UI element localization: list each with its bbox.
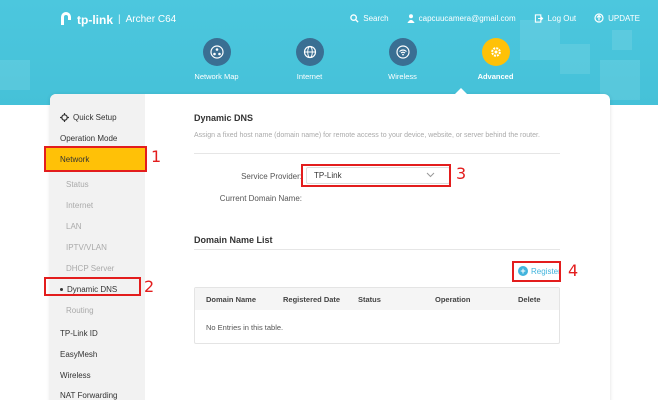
annotation-box-service-provider: [301, 164, 451, 187]
tab-label: Internet: [296, 72, 323, 81]
page-title: Dynamic DNS: [194, 113, 254, 123]
logout-label: Log Out: [547, 13, 577, 23]
sidebar-item-quick-setup[interactable]: Quick Setup: [60, 113, 117, 122]
tab-advanced[interactable]: Advanced: [449, 38, 542, 81]
globe-icon: [295, 38, 324, 66]
domain-name-table: Domain Name Registered Date Status Opera…: [194, 287, 560, 344]
divider: [194, 153, 560, 154]
active-tab-pointer: [454, 88, 468, 95]
column-header: Domain Name: [206, 295, 257, 304]
update-button[interactable]: UPDATE: [594, 13, 640, 23]
annotation-number: 3: [456, 164, 467, 183]
logout-button[interactable]: Log Out: [534, 14, 576, 23]
account-label: capcuucamera@gmail.com: [418, 13, 516, 23]
sidebar-item-label: LAN: [66, 222, 82, 231]
sidebar-item-easymesh[interactable]: EasyMesh: [60, 350, 97, 359]
sidebar-item-label: IPTV/VLAN: [66, 243, 107, 252]
sidebar-item-label: Wireless: [60, 371, 91, 380]
sidebar-item-label: EasyMesh: [60, 350, 98, 359]
sidebar-item-label: Routing: [66, 306, 94, 315]
header-decoration: [0, 60, 30, 90]
sidebar-item-status[interactable]: Status: [66, 180, 89, 189]
tab-internet[interactable]: Internet: [263, 38, 356, 81]
network-map-icon: [202, 38, 231, 66]
header-decoration: [560, 44, 590, 74]
table-header: Domain Name Registered Date Status Opera…: [195, 288, 559, 310]
sidebar-item-operation-mode[interactable]: Operation Mode: [60, 134, 117, 143]
tab-label: Network Map: [194, 72, 239, 81]
sidebar-item-label: TP-Link ID: [60, 329, 98, 338]
gear-icon: [481, 38, 510, 66]
sidebar-item-lan[interactable]: LAN: [66, 222, 82, 231]
page-description: Assign a fixed host name (domain name) f…: [194, 132, 540, 139]
brand: tp-link | Archer C64: [58, 10, 176, 29]
account-button[interactable]: capcuucamera@gmail.com: [407, 14, 516, 23]
sidebar-item-routing[interactable]: Routing: [66, 306, 94, 315]
top-actions: Search capcuucamera@gmail.com Log Out UP…: [332, 13, 640, 23]
current-domain-label: Current Domain Name:: [219, 194, 302, 203]
logout-icon: [534, 13, 544, 23]
sidebar-item-label: Network: [60, 155, 90, 164]
service-provider-label: Service Provider:: [241, 172, 302, 181]
sidebar-item-internet[interactable]: Internet: [66, 201, 93, 210]
annotation-box-register: [512, 261, 561, 282]
sidebar-item-nat-forwarding[interactable]: NAT Forwarding: [60, 391, 118, 400]
column-header: Status: [358, 295, 381, 304]
main-nav-tabs: Network Map Internet Wireless Advanced: [170, 38, 542, 81]
tab-label: Wireless: [388, 72, 417, 81]
tab-wireless[interactable]: Wireless: [356, 38, 449, 81]
column-header: Operation: [435, 295, 471, 304]
search-icon: [350, 13, 359, 23]
annotation-number: 1: [151, 147, 162, 166]
divider: [194, 249, 560, 250]
sidebar-item-dhcp-server[interactable]: DHCP Server: [66, 264, 114, 273]
sidebar-item-label: Operation Mode: [60, 134, 118, 143]
brand-name: tp-link: [77, 12, 113, 27]
sidebar-item-iptv-vlan[interactable]: IPTV/VLAN: [66, 243, 107, 252]
annotation-number: 2: [144, 277, 155, 296]
column-header: Delete: [518, 295, 541, 304]
update-label: UPDATE: [608, 13, 640, 23]
user-icon: [407, 13, 415, 23]
top-header: tp-link | Archer C64 Search capcuucamera…: [0, 0, 658, 105]
model-name: Archer C64: [125, 14, 177, 25]
sidebar-item-tplink-id[interactable]: TP-Link ID: [60, 329, 98, 338]
header-decoration: [612, 30, 632, 50]
tab-label: Advanced: [477, 72, 514, 81]
sidebar-item-label: Status: [66, 180, 89, 189]
sidebar-item-label: Quick Setup: [73, 113, 117, 122]
domain-list-title: Domain Name List: [194, 235, 273, 245]
sidebar-item-wireless[interactable]: Wireless: [60, 371, 91, 380]
tab-network-map[interactable]: Network Map: [170, 38, 263, 81]
tplink-logo-icon: [58, 10, 74, 29]
annotation-box-dynamic-dns: [44, 277, 141, 296]
annotation-number: 4: [568, 261, 579, 280]
brand-separator: |: [118, 14, 121, 25]
quick-setup-icon: [60, 113, 69, 122]
update-icon: [594, 13, 604, 23]
sidebar-item-label: DHCP Server: [66, 264, 115, 273]
search-button[interactable]: Search: [350, 13, 389, 23]
column-header: Registered Date: [283, 295, 341, 304]
search-label: Search: [363, 13, 389, 23]
wifi-icon: [388, 38, 417, 66]
sidebar-item-label: NAT Forwarding: [60, 391, 118, 400]
sidebar-item-label: Internet: [66, 201, 94, 210]
table-empty-message: No Entries in this table.: [206, 323, 284, 332]
sidebar-item-network[interactable]: Network: [44, 146, 147, 172]
